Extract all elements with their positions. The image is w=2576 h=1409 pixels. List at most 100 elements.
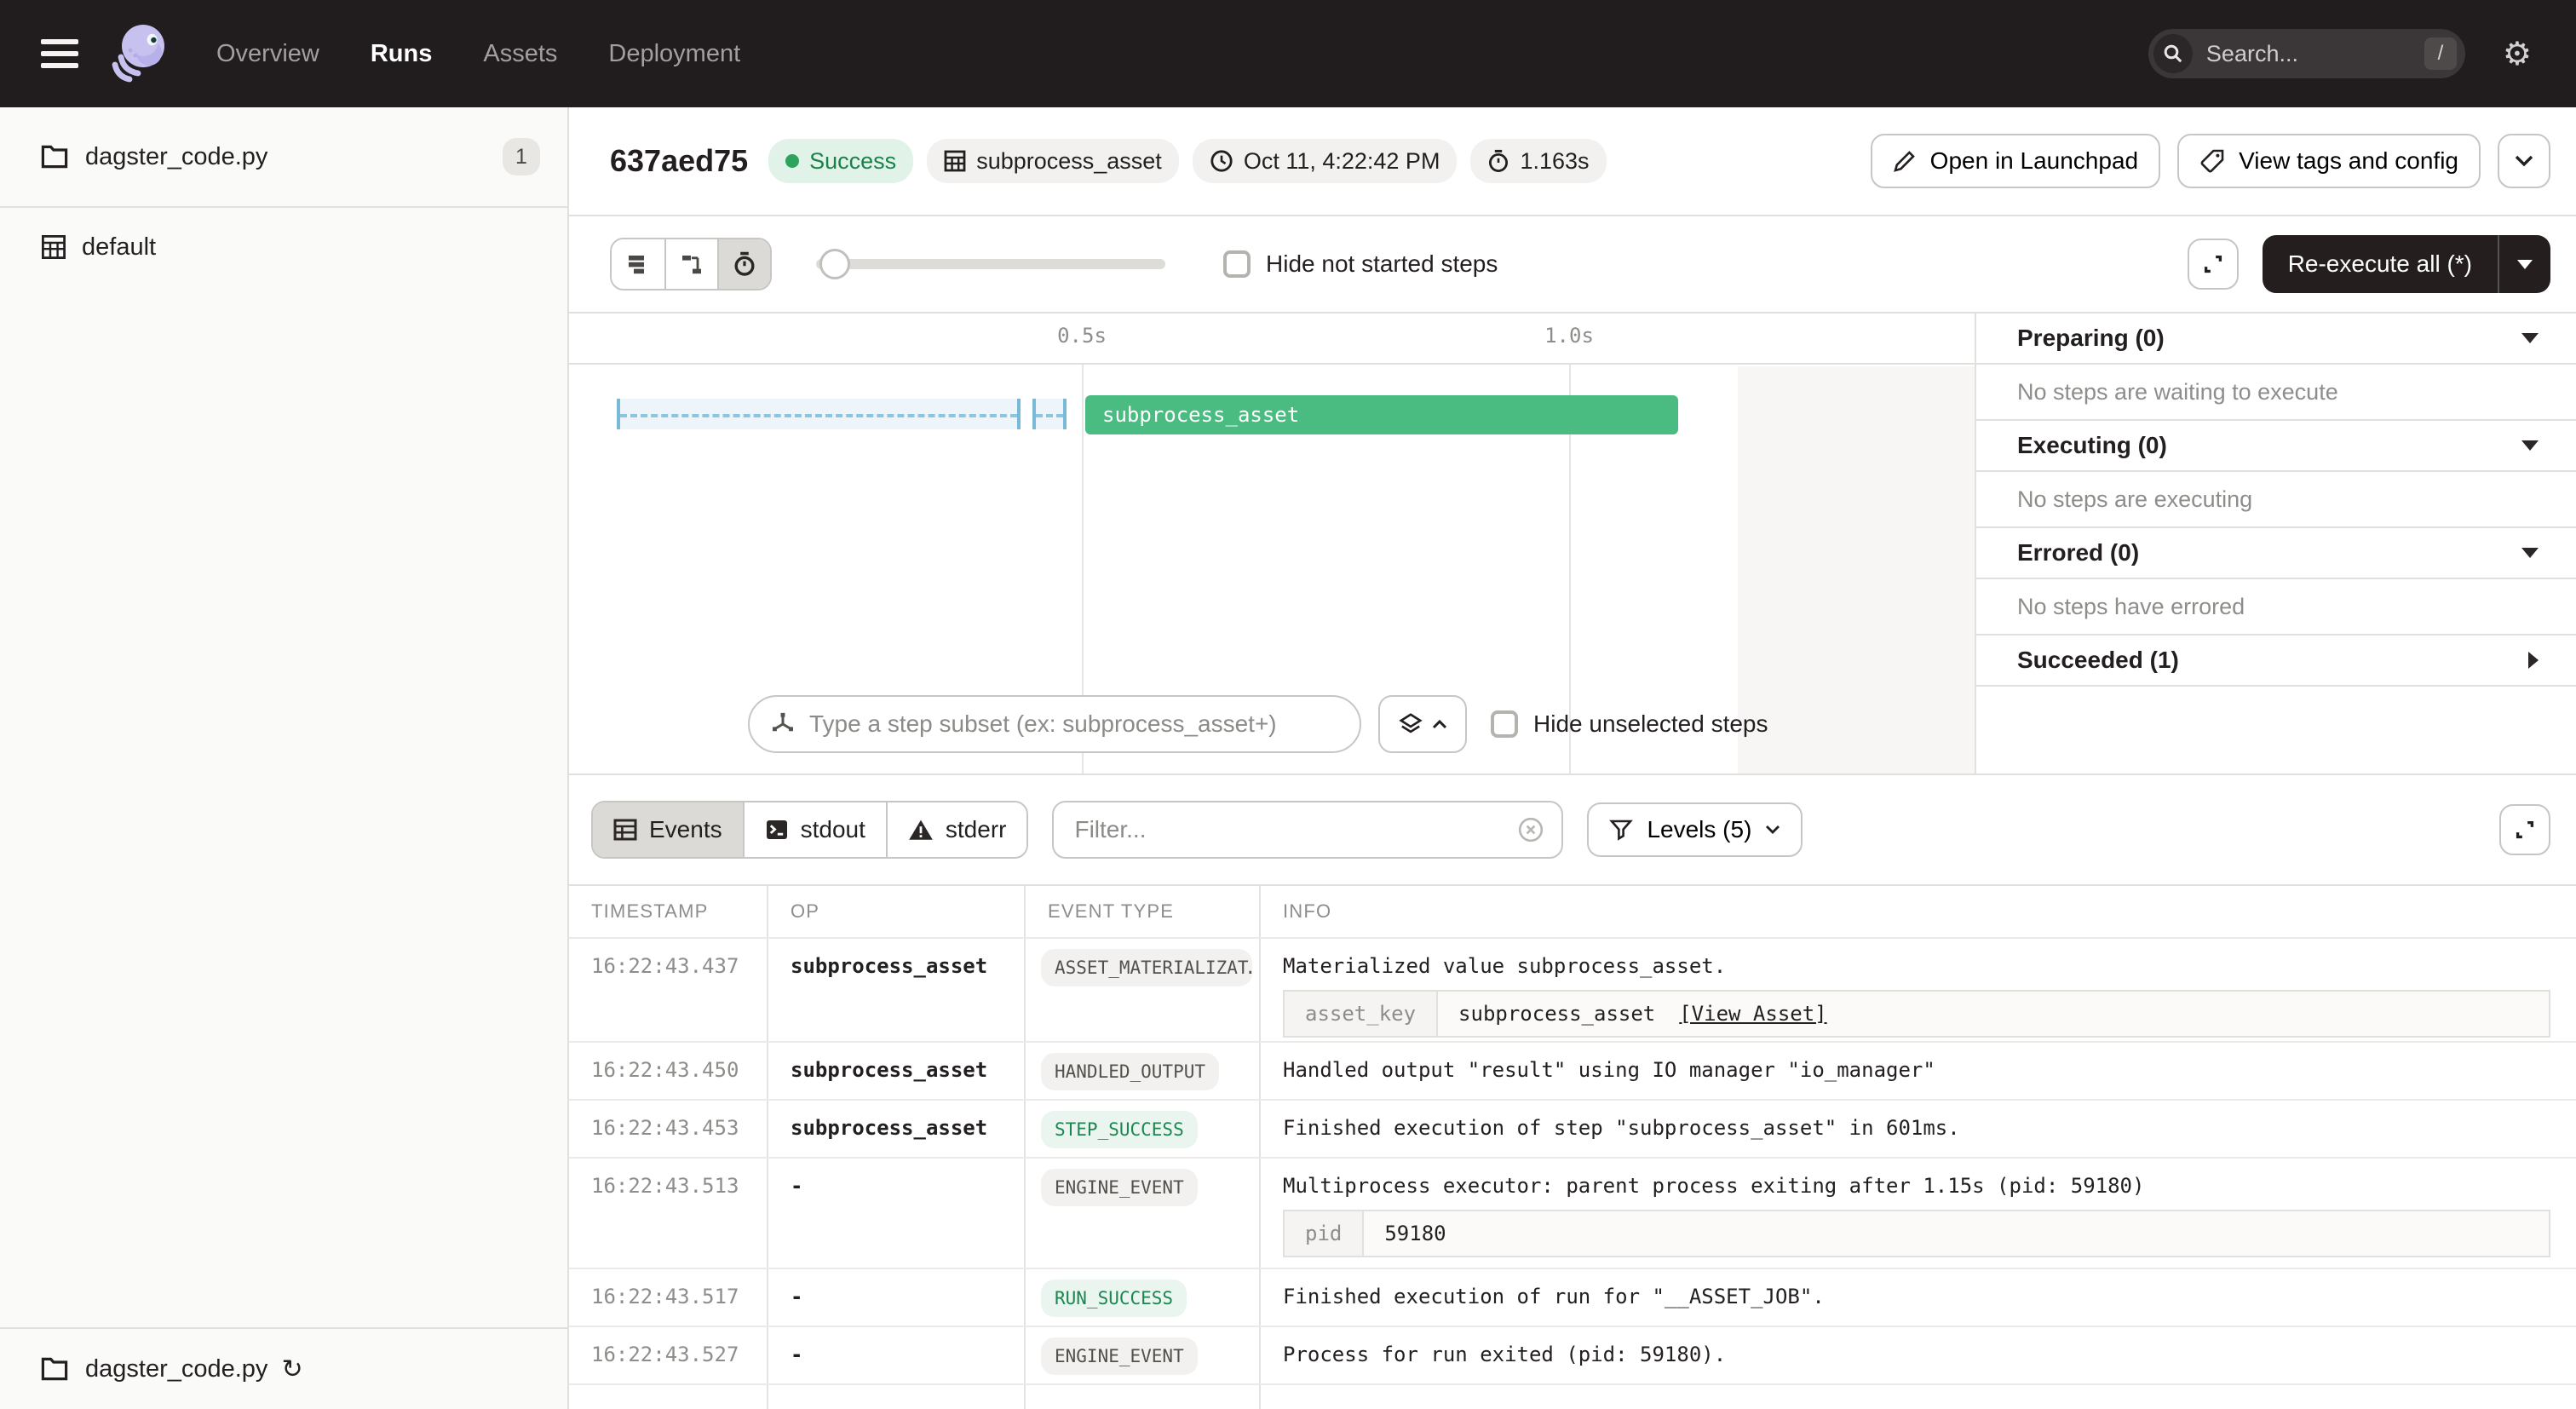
view-mode-flat-button[interactable] [612, 239, 664, 289]
axis-tick: 0.5s [1057, 324, 1107, 348]
panel-section-header[interactable]: Preparing (0) [1976, 313, 2576, 365]
step-waiting-bar [1032, 399, 1067, 429]
nav-link-overview[interactable]: Overview [216, 40, 319, 68]
log-info-text: Handled output "result" using IO manager… [1283, 1058, 2550, 1082]
beyond-run-duration-region [1738, 366, 1975, 774]
tab-stdout[interactable]: stdout [743, 802, 886, 857]
sidebar-item-repo[interactable]: dagster_code.py 1 [0, 107, 567, 208]
search-input[interactable] [2206, 41, 2394, 67]
log-info-text: Multiprocess executor: parent process ex… [1283, 1174, 2550, 1198]
log-row[interactable]: 16:22:43.513-ENGINE_EVENTMultiprocess ex… [569, 1157, 2576, 1268]
log-info-text: Finished execution of run for "__ASSET_J… [1283, 1285, 2550, 1308]
log-info-text: Materialized value subprocess_asset. [1283, 954, 2550, 978]
graph-query-toggle-button[interactable] [1378, 695, 1467, 753]
panel-section-hint: No steps are waiting to execute [1976, 365, 2576, 421]
job-grid-icon [41, 234, 66, 260]
panel-section-header[interactable]: Succeeded (1) [1976, 635, 2576, 687]
nav-link-deployment[interactable]: Deployment [608, 40, 740, 68]
grid-icon [944, 150, 966, 172]
layers-icon [1398, 711, 1423, 737]
chevron-up-icon [1432, 719, 1447, 729]
sidebar-item-job-default[interactable]: default [0, 208, 567, 286]
hide-unselected-checkbox[interactable] [1491, 710, 1518, 738]
log-table: TIMESTAMPOPEVENT TYPEINFO 16:22:43.437su… [569, 884, 2576, 1409]
main-content: 637aed75 Success subprocess_asset Oct 11… [569, 107, 2576, 1409]
log-op: - [767, 1327, 1024, 1383]
panel-section-header[interactable]: Errored (0) [1976, 528, 2576, 579]
run-id: 637aed75 [610, 143, 748, 179]
run-more-actions-button[interactable] [2498, 134, 2550, 188]
column-header-info: INFO [1259, 886, 2576, 937]
log-row[interactable]: 16:22:43.517-RUN_SUCCESSFinished executi… [569, 1268, 2576, 1326]
log-row[interactable]: 16:22:43.450subprocess_assetHANDLED_OUTP… [569, 1041, 2576, 1099]
nav-link-assets[interactable]: Assets [483, 40, 557, 68]
log-info-cell: Materialized value subprocess_asset.asse… [1259, 939, 2576, 1041]
view-mode-timing-button[interactable] [717, 239, 770, 289]
view-mode-waterfall-button[interactable] [664, 239, 717, 289]
metadata-value: subprocess_asset[View Asset] [1438, 992, 2549, 1036]
event-type-badge: HANDLED_OUTPUT [1041, 1053, 1219, 1090]
open-in-launchpad-button[interactable]: Open in Launchpad [1871, 134, 2160, 188]
hamburger-menu-icon[interactable] [41, 39, 78, 68]
log-tabs: Eventsstdoutstderr [591, 801, 1028, 859]
step-subset-input[interactable] [809, 710, 1339, 738]
log-timestamp: 16:22:43.513 [569, 1159, 767, 1268]
run-header: 637aed75 Success subprocess_asset Oct 11… [569, 107, 2576, 216]
log-filter-input[interactable] [1074, 816, 1517, 843]
status-badge: Success [768, 139, 913, 183]
tab-events[interactable]: Events [593, 802, 743, 857]
view-tags-config-button[interactable]: View tags and config [2177, 134, 2481, 188]
levels-filter-button[interactable]: Levels (5) [1587, 802, 1803, 857]
step-subset-row: Hide unselected steps [748, 695, 1768, 753]
step-status-panel: Preparing (0)No steps are waiting to exe… [1975, 313, 2576, 774]
hide-unselected-checkbox-row[interactable]: Hide unselected steps [1491, 710, 1768, 738]
event-type-badge: ENGINE_EVENT [1041, 1169, 1198, 1206]
gantt-step-bar[interactable]: subprocess_asset [1085, 395, 1678, 434]
job-label: default [82, 233, 156, 262]
gantt-zoom-slider[interactable] [816, 259, 1165, 269]
footer-repo-label: dagster_code.py [85, 1355, 267, 1383]
log-filter-box[interactable] [1052, 801, 1563, 859]
caret-down-icon [2521, 548, 2539, 558]
log-op: subprocess_asset [767, 939, 1024, 1041]
asset-pill[interactable]: subprocess_asset [927, 139, 1179, 183]
log-metadata-box: pid59180 [1283, 1210, 2550, 1257]
reexecute-dropdown-caret[interactable] [2498, 235, 2550, 293]
panel-section-hint: No steps have errored [1976, 579, 2576, 635]
panel-section-header[interactable]: Executing (0) [1976, 421, 2576, 472]
repo-count-badge: 1 [503, 138, 540, 175]
global-search[interactable]: / [2148, 29, 2465, 78]
table-icon [613, 818, 637, 842]
step-subset-inputbox[interactable] [748, 695, 1361, 753]
clear-filter-icon[interactable] [1517, 816, 1544, 843]
chevron-down-icon [1765, 825, 1780, 835]
gantt-fullscreen-button[interactable] [2188, 239, 2239, 290]
refresh-icon[interactable]: ↻ [281, 1354, 302, 1384]
stopwatch-icon [1487, 149, 1509, 173]
log-event-type-cell: HANDLED_OUTPUT [1024, 1043, 1259, 1099]
reexecute-all-button[interactable]: Re-execute all (*) [2263, 235, 2550, 293]
tab-stderr[interactable]: stderr [886, 802, 1027, 857]
tag-icon [2199, 148, 2225, 174]
sidebar-footer: dagster_code.py ↻ [0, 1327, 567, 1409]
folder-icon [41, 1357, 68, 1381]
log-row[interactable]: 16:22:43.437subprocess_assetASSET_MATERI… [569, 937, 2576, 1041]
caret-down-icon [2517, 260, 2533, 269]
panel-section-label: Errored (0) [2017, 539, 2139, 566]
view-asset-link[interactable]: [View Asset] [1679, 992, 1826, 1036]
metadata-value: 59180 [1364, 1211, 2549, 1256]
nav-link-runs[interactable]: Runs [371, 40, 433, 68]
log-info-cell: Finished execution of run for "__ASSET_J… [1259, 1269, 2576, 1326]
slider-knob[interactable] [819, 249, 850, 279]
log-event-type-cell: ENGINE_EVENT [1024, 1327, 1259, 1383]
hide-not-started-checkbox[interactable] [1223, 250, 1251, 278]
logs-fullscreen-button[interactable] [2499, 804, 2550, 855]
log-row[interactable]: 16:22:43.453subprocess_assetSTEP_SUCCESS… [569, 1099, 2576, 1157]
dagster-logo-icon[interactable] [107, 21, 172, 86]
hide-not-started-checkbox-row[interactable]: Hide not started steps [1223, 250, 1498, 278]
gear-icon[interactable]: ⚙ [2503, 37, 2532, 70]
gantt-section: 0.5s 1.0s subprocess_asset [569, 313, 2576, 775]
log-row[interactable]: 16:22:43.527-ENGINE_EVENTProcess for run… [569, 1326, 2576, 1383]
expand-icon [2201, 252, 2225, 276]
metadata-value-text: 59180 [1384, 1211, 1446, 1256]
